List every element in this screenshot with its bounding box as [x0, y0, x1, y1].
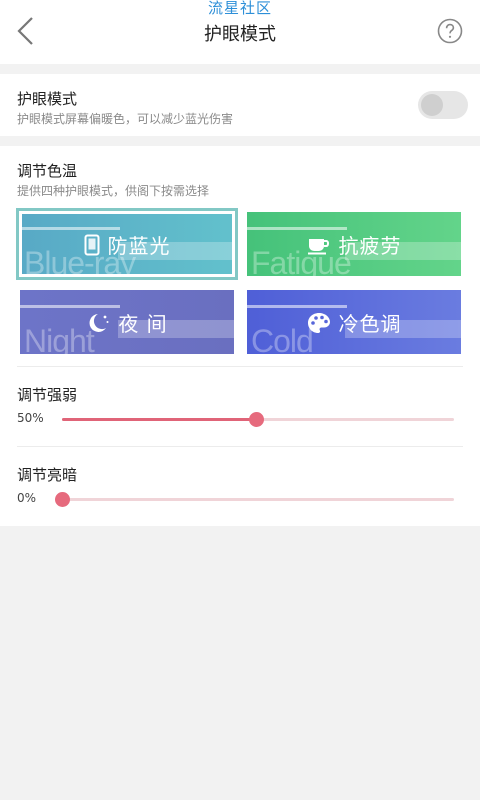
brightness-slider-thumb[interactable] — [55, 492, 70, 507]
slider-fill — [62, 418, 256, 421]
watermark-text: 流星社区 — [207, 0, 272, 17]
tile-label: 冷色调 — [338, 312, 402, 336]
question-circle-icon — [437, 18, 463, 44]
eye-mode-title: 护眼模式 — [17, 90, 78, 108]
divider — [17, 446, 463, 447]
intensity-title: 调节强弱 — [17, 386, 78, 404]
divider — [17, 366, 463, 367]
color-temp-title: 调节色温 — [17, 162, 78, 180]
eye-mode-toggle[interactable] — [418, 91, 468, 119]
mode-tile-fatigue[interactable]: Fatigue 抗疲劳 — [247, 212, 461, 276]
color-temp-description: 提供四种护眼模式，供阁下按需选择 — [17, 184, 210, 198]
coffee-cup-icon — [307, 238, 329, 254]
palette-icon — [307, 312, 330, 333]
tile-label: 夜 间 — [118, 312, 168, 336]
eye-mode-section: 护眼模式 护眼模式屏幕偏暖色，可以减少蓝光伤害 — [0, 74, 480, 136]
selected-tile-frame — [16, 208, 238, 280]
intensity-slider-thumb[interactable] — [249, 412, 264, 427]
top-bar: 流星社区 护眼模式 — [0, 0, 480, 64]
mode-tile-cold[interactable]: Cold 冷色调 — [247, 290, 461, 354]
intensity-value: 50% — [17, 411, 44, 425]
eye-mode-description: 护眼模式屏幕偏暖色，可以减少蓝光伤害 — [17, 112, 234, 126]
mode-tile-night[interactable]: Night 夜 间 — [20, 290, 234, 354]
brightness-title: 调节亮暗 — [17, 466, 78, 484]
intensity-slider[interactable] — [62, 412, 454, 427]
moon-stars-icon — [89, 313, 109, 332]
brightness-value: 0% — [17, 491, 37, 505]
help-button[interactable] — [437, 18, 463, 44]
page-title: 护眼模式 — [204, 24, 276, 45]
brightness-slider[interactable] — [55, 492, 454, 507]
color-temp-section: 调节色温 提供四种护眼模式，供阁下按需选择 Blue-ray 防蓝光 Fatig… — [0, 146, 480, 526]
toggle-knob — [421, 94, 443, 116]
tile-label: 抗疲劳 — [338, 234, 402, 258]
